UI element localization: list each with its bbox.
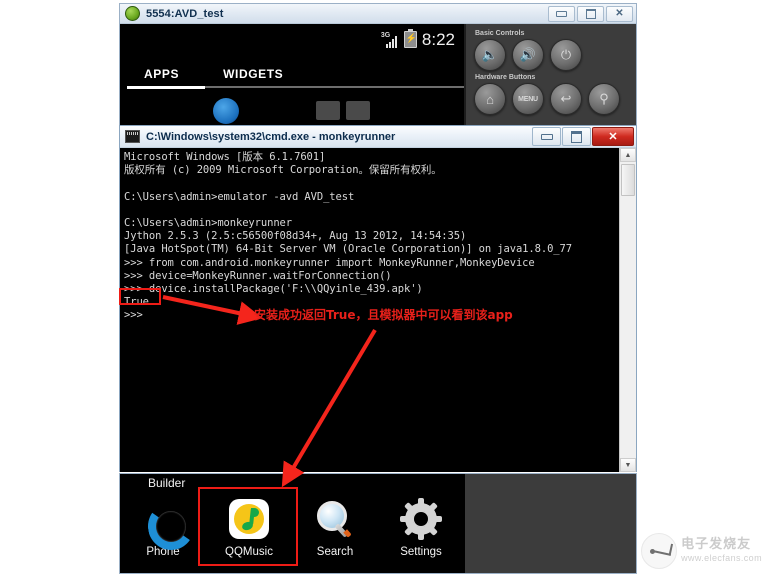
android-status-bar: 3G 8:22 [381, 27, 455, 49]
console-line: >>> device=MonkeyRunner.waitForConnectio… [124, 269, 392, 282]
battery-charging-icon [403, 29, 417, 48]
volume-up-button[interactable]: 🔊 [512, 39, 544, 71]
app-item-settings[interactable]: Settings [378, 496, 464, 558]
watermark-url: www.elecfans.com [681, 553, 762, 564]
phone-icon [140, 496, 198, 554]
console-line: [Java HotSpot(TM) 64-Bit Server VM (Orac… [124, 243, 572, 256]
avd-window-title: 5554:AVD_test [146, 7, 224, 20]
true-output-highlight-box [119, 288, 161, 305]
site-watermark: 电子发烧友 www.elecfans.com [641, 533, 762, 569]
hardware-buttons-row: ⌂ MENU ↩ ⚲ [474, 83, 636, 115]
signal-3g-icon: 3G [381, 32, 399, 49]
avd-maximize-button[interactable] [577, 6, 604, 22]
power-button[interactable]: ⏻ [550, 39, 582, 71]
console-line: >>> device.installPackage('F:\\QQyinle_4… [124, 282, 423, 295]
emulator-app-drawer: Builder Phone QQMusic Search Settings [119, 473, 637, 574]
avd-window-buttons: ✕ [548, 6, 633, 22]
back-button[interactable]: ↩ [550, 83, 582, 115]
console-line: Jython 2.5.3 (2.5:c56500f08d34+, Aug 13 … [124, 230, 467, 243]
peek-phone-icon [213, 98, 239, 124]
console-line: Microsoft Windows [版本 6.1.7601] [124, 151, 326, 163]
avd-minimize-button[interactable] [548, 6, 575, 22]
search-icon [312, 496, 358, 542]
scroll-down-arrow[interactable]: ▼ [620, 458, 636, 472]
cmd-close-button[interactable]: ✕ [592, 127, 634, 146]
tab-underline-track [127, 86, 464, 89]
search-button[interactable]: ⚲ [588, 83, 620, 115]
app-item-phone[interactable]: Phone [120, 496, 206, 558]
tab-widgets[interactable]: WIDGETS [223, 67, 283, 81]
watermark-cn-text: 电子发烧友 [681, 537, 752, 553]
app-label-settings: Settings [400, 546, 442, 558]
console-line: C:\Users\admin>emulator -avd AVD_test [124, 190, 355, 203]
console-line: >>> from com.android.monkeyrunner import… [124, 256, 535, 269]
builder-label: Builder [148, 476, 186, 490]
avd-body: 3G 8:22 APPS WIDGETS [120, 24, 636, 125]
tab-underline-active [127, 86, 205, 89]
hardware-buttons-label: Hardware Buttons [475, 74, 536, 81]
console-line: 版权所有 (c) 2009 Microsoft Corporation。保留所有… [124, 164, 442, 177]
settings-gear-icon [398, 496, 444, 542]
command-prompt-window: C:\Windows\system32\cmd.exe - monkeyrunn… [119, 125, 637, 472]
avd-titlebar[interactable]: 5554:AVD_test ✕ [120, 4, 636, 24]
cmd-titlebar[interactable]: C:\Windows\system32\cmd.exe - monkeyrunn… [120, 126, 636, 148]
menu-button[interactable]: MENU [512, 83, 544, 115]
qqmusic-highlight-box [198, 487, 298, 566]
app-drawer-tabs: APPS WIDGETS [144, 67, 283, 81]
app-label-search: Search [316, 546, 354, 558]
cmd-maximize-button[interactable] [562, 127, 591, 146]
scroll-up-arrow[interactable]: ▲ [620, 148, 636, 162]
scrollbar-thumb[interactable] [621, 164, 635, 196]
screenshot-root: 5554:AVD_test ✕ 3G 8:22 APPS [0, 0, 768, 577]
cmd-window-title: C:\Windows\system32\cmd.exe - monkeyrunn… [146, 130, 396, 143]
basic-controls-label: Basic Controls [475, 30, 525, 37]
status-clock: 8:22 [421, 30, 455, 49]
cmd-icon [125, 130, 140, 143]
console-scrollbar[interactable]: ▲ ▼ [619, 148, 636, 472]
console-line: C:\Users\admin>monkeyrunner [124, 216, 292, 229]
avd-device-screen[interactable]: 3G 8:22 APPS WIDGETS [120, 24, 464, 125]
tab-apps[interactable]: APPS [144, 67, 179, 81]
android-icon [125, 6, 140, 21]
annotation-note: 安装成功返回True，且模拟器中可以看到该app [254, 308, 513, 322]
watermark-logo-icon [641, 533, 678, 569]
app-item-search[interactable]: Search [292, 496, 378, 558]
cmd-minimize-button[interactable] [532, 127, 561, 146]
avd-emulator-window: 5554:AVD_test ✕ 3G 8:22 APPS [119, 3, 637, 125]
avd-close-button[interactable]: ✕ [606, 6, 633, 22]
basic-controls-row: 🔈 🔊 ⏻ [474, 39, 636, 71]
cmd-window-buttons: ✕ [532, 127, 634, 146]
emulator-controls-panel: Basic Controls 🔈 🔊 ⏻ Hardware Buttons ⌂ … [464, 24, 636, 125]
peek-app-icon-2 [346, 101, 370, 120]
app-drawer-peek [120, 92, 464, 125]
home-button[interactable]: ⌂ [474, 83, 506, 115]
volume-down-button[interactable]: 🔈 [474, 39, 506, 71]
peek-app-icon-1 [316, 101, 340, 120]
